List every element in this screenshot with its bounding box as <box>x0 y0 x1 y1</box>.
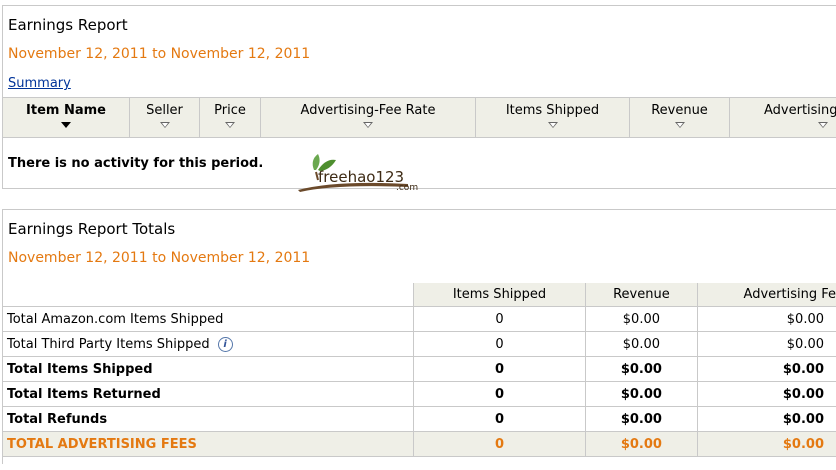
column-advertising-fee-rate[interactable]: Advertising-Fee Rate <box>260 98 475 137</box>
column-label: Revenue <box>651 103 708 118</box>
sort-icon <box>818 122 828 128</box>
row-label: Total Items Returned <box>3 381 414 407</box>
column-label: Item Name <box>26 103 106 118</box>
fees-cell: $0.00 <box>696 331 836 357</box>
sort-icon <box>363 122 373 128</box>
table-row: Total Items Returned 0 $0.00 $0.00 <box>3 381 836 407</box>
items-shipped-cell: 0 <box>412 406 586 432</box>
items-shipped-cell: 0 <box>412 306 586 332</box>
table-row: Total Amazon.com Items Shipped 0 $0.00 $… <box>3 306 836 332</box>
items-shipped-cell: 0 <box>412 356 586 382</box>
totals-header-row: Items Shipped Revenue Advertising Fe <box>3 283 836 307</box>
header-revenue: Revenue <box>585 283 698 307</box>
summary-link[interactable]: Summary <box>8 76 71 91</box>
revenue-cell: $0.00 <box>585 306 698 332</box>
column-label: Seller <box>146 103 183 118</box>
fees-cell: $0.00 <box>696 406 836 432</box>
report-title: Earnings Report <box>8 16 128 34</box>
header-advertising-fees: Advertising Fe <box>696 283 836 307</box>
row-label: Total Refunds <box>3 406 414 432</box>
report-date-range: November 12, 2011 to November 12, 2011 <box>8 46 311 62</box>
column-price[interactable]: Price <box>199 98 260 137</box>
column-advertising[interactable]: Advertising <box>729 98 836 137</box>
empty-header-cell <box>3 283 414 307</box>
fees-cell: $0.00 <box>696 306 836 332</box>
table-row: TOTAL ADVERTISING FEES 0 $0.00 $0.00 <box>3 431 836 457</box>
revenue-cell: $0.00 <box>585 331 698 357</box>
column-seller[interactable]: Seller <box>129 98 199 137</box>
column-label: Advertising <box>764 103 836 118</box>
row-label: Total Third Party Items Shipped <box>7 336 210 352</box>
row-label: Total Items Shipped <box>3 356 414 382</box>
sort-icon <box>159 122 170 128</box>
column-item-name[interactable]: Item Name <box>3 98 129 137</box>
report-column-header: Item Name Seller Price Advertising-Fee R… <box>3 97 836 138</box>
column-label: Price <box>214 103 246 118</box>
revenue-cell: $0.00 <box>585 356 698 382</box>
fees-cell: $0.00 <box>696 356 836 382</box>
revenue-cell: $0.00 <box>585 431 698 457</box>
table-row: Total Refunds 0 $0.00 $0.00 <box>3 406 836 432</box>
info-icon[interactable]: i <box>217 336 233 352</box>
row-label: TOTAL ADVERTISING FEES <box>3 431 414 457</box>
watermark-logo: freehao123 .com <box>298 154 418 193</box>
watermark-text: freehao123 <box>318 168 404 186</box>
totals-date-range: November 12, 2011 to November 12, 2011 <box>8 250 311 266</box>
sort-icon <box>547 122 558 128</box>
row-label: Total Amazon.com Items Shipped <box>3 306 414 332</box>
items-shipped-cell: 0 <box>412 431 586 457</box>
sort-icon <box>674 122 685 128</box>
column-label: Items Shipped <box>505 103 600 118</box>
totals-table: Items Shipped Revenue Advertising Fe Tot… <box>3 283 836 457</box>
earnings-totals-panel: Earnings Report Totals November 12, 2011… <box>2 209 836 464</box>
totals-title: Earnings Report Totals <box>8 220 176 238</box>
table-row: Total Items Shipped 0 $0.00 $0.00 <box>3 356 836 382</box>
sort-icon <box>225 122 235 128</box>
watermark-suffix: .com <box>396 183 418 193</box>
revenue-cell: $0.00 <box>585 381 698 407</box>
column-items-shipped[interactable]: Items Shipped <box>475 98 629 137</box>
fees-cell: $0.00 <box>696 431 836 457</box>
no-activity-message: There is no activity for this period. <box>8 156 264 171</box>
items-shipped-cell: 0 <box>412 331 586 357</box>
fees-cell: $0.00 <box>696 381 836 407</box>
header-items-shipped: Items Shipped <box>412 283 586 307</box>
revenue-cell: $0.00 <box>585 406 698 432</box>
table-row: Total Third Party Items Shipped i 0 $0.00… <box>3 331 836 357</box>
column-revenue[interactable]: Revenue <box>629 98 729 137</box>
items-shipped-cell: 0 <box>412 381 586 407</box>
sort-desc-icon <box>61 122 71 128</box>
column-label: Advertising-Fee Rate <box>300 103 436 118</box>
row-label-cell: Total Third Party Items Shipped i <box>3 331 414 357</box>
